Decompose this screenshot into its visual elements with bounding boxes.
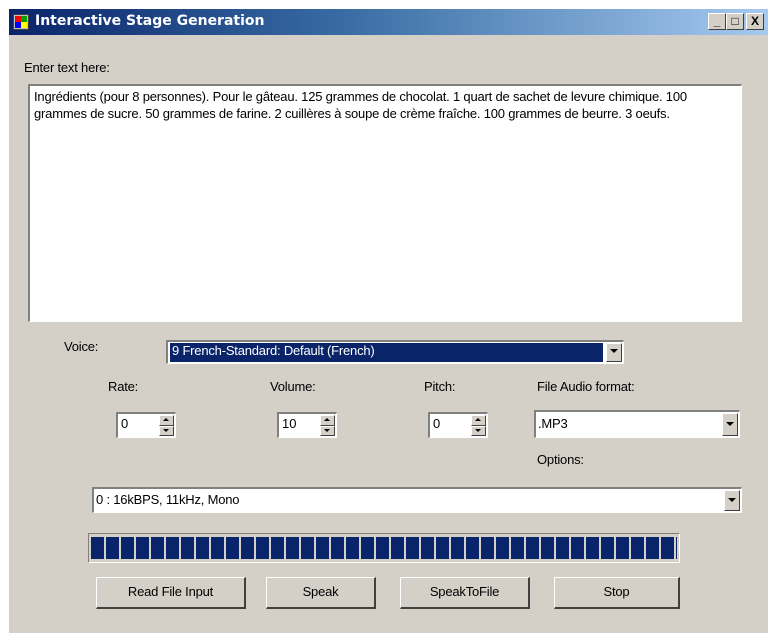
- speak-button[interactable]: Speak: [266, 577, 376, 609]
- app-icon[interactable]: [13, 14, 29, 30]
- rate-label: Rate:: [108, 379, 139, 394]
- pitch-value: 0: [433, 416, 441, 431]
- progress-bar: [88, 533, 680, 563]
- volume-label: Volume:: [270, 379, 316, 394]
- volume-value: 10: [282, 416, 297, 431]
- window-title: Interactive Stage Generation: [35, 13, 265, 29]
- close-icon[interactable]: X: [746, 13, 764, 30]
- chevron-down-icon[interactable]: [724, 490, 740, 511]
- spin-up-icon[interactable]: [159, 415, 174, 426]
- chevron-down-icon[interactable]: [722, 413, 738, 436]
- audio-format-selected-value: .MP3: [538, 416, 568, 431]
- maximize-icon[interactable]: □: [726, 13, 744, 30]
- volume-stepper[interactable]: 10: [277, 412, 337, 438]
- spin-up-icon[interactable]: [471, 415, 486, 426]
- progress-bar-fill: [91, 537, 677, 559]
- options-select[interactable]: 0 : 16kBPS, 11kHz, Mono: [92, 487, 742, 513]
- text-input-label: Enter text here:: [24, 60, 110, 75]
- read-file-input-button[interactable]: Read File Input: [96, 577, 246, 609]
- pitch-stepper[interactable]: 0: [428, 412, 488, 438]
- audio-format-select[interactable]: .MP3: [534, 410, 740, 438]
- spin-down-icon[interactable]: [471, 425, 486, 436]
- minimize-icon[interactable]: _: [708, 13, 726, 30]
- spin-down-icon[interactable]: [159, 425, 174, 436]
- rate-value: 0: [121, 416, 129, 431]
- stop-button[interactable]: Stop: [554, 577, 680, 609]
- speak-to-file-button[interactable]: SpeakToFile: [400, 577, 530, 609]
- voice-label: Voice:: [64, 339, 99, 354]
- file-audio-format-label: File Audio format:: [537, 379, 635, 394]
- chevron-down-icon[interactable]: [606, 343, 622, 362]
- spin-up-icon[interactable]: [320, 415, 335, 426]
- options-label: Options:: [537, 452, 584, 467]
- rate-stepper[interactable]: 0: [116, 412, 176, 438]
- text-input-area[interactable]: Ingrédients (pour 8 personnes). Pour le …: [28, 84, 742, 322]
- voice-select[interactable]: 9 French-Standard: Default (French): [166, 340, 624, 364]
- title-bar[interactable]: Interactive Stage Generation _ □ X: [9, 9, 768, 35]
- voice-selected-value: 9 French-Standard: Default (French): [170, 343, 603, 362]
- options-selected-value: 0 : 16kBPS, 11kHz, Mono: [96, 492, 240, 507]
- spin-down-icon[interactable]: [320, 425, 335, 436]
- pitch-label: Pitch:: [424, 379, 456, 394]
